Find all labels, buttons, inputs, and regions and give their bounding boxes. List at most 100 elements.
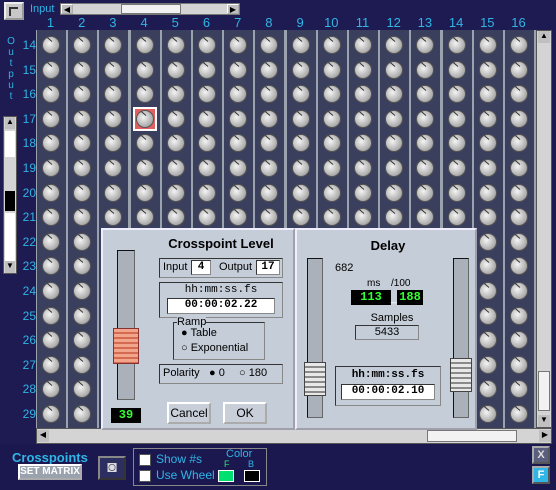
scroll-right-icon[interactable]: ▶ [539,430,551,442]
crosspoint-knob[interactable] [166,36,185,54]
crosspoint-knob[interactable] [354,36,372,54]
crosspoint-knob[interactable] [447,208,466,227]
crosspoint-knob[interactable] [198,36,216,54]
crosspoint-knob[interactable] [291,109,310,128]
crosspoint-knob[interactable] [73,109,92,128]
crosspoint-knob[interactable] [229,183,248,202]
crosspoint-knob[interactable] [322,109,341,128]
crosspoint-knob[interactable] [42,405,60,423]
crosspoint-knob[interactable] [510,355,528,374]
crosspoint-knob[interactable] [135,208,154,227]
crosspoint-knob[interactable] [385,183,404,202]
crosspoint-knob[interactable] [322,208,341,227]
crosspoint-knob[interactable] [291,36,310,54]
crosspoint-knob[interactable] [42,183,60,202]
crosspoint-knob[interactable] [478,331,497,350]
crosspoint-knob[interactable] [447,183,466,202]
crosspoint-knob[interactable] [510,109,528,128]
crosspoint-knob[interactable] [198,109,216,128]
crosspoint-knob[interactable] [510,306,528,325]
crosspoint-knob[interactable] [385,109,404,128]
crosspoint-knob[interactable] [510,159,528,177]
crosspoint-knob[interactable] [135,183,154,202]
crosspoint-knob[interactable] [260,183,279,202]
scroll-up-icon[interactable]: ▲ [5,117,15,129]
crosspoint-knob[interactable] [42,60,60,79]
crosspoint-knob[interactable] [322,85,341,104]
delay-time-field[interactable]: 00:00:02.10 [341,384,435,400]
crosspoint-knob[interactable] [354,159,372,177]
crosspoint-knob[interactable] [73,232,92,251]
set-matrix-button[interactable]: SET MATRIX [18,464,82,480]
crosspoint-knob[interactable] [198,183,216,202]
crosspoint-knob[interactable] [73,183,92,202]
ramp-table-option[interactable]: ● Table [181,327,217,339]
crossfade-time-field[interactable]: 00:00:02.22 [167,298,275,314]
right-scroll-thumb[interactable] [538,371,550,411]
crosspoint-knob[interactable] [447,36,466,54]
crosspoint-knob[interactable] [229,109,248,128]
crosspoint-knob[interactable] [510,60,528,79]
delay-fader-left-handle[interactable] [304,362,326,396]
crosspoint-knob[interactable] [354,60,372,79]
crosspoint-knob[interactable] [166,208,185,227]
crosspoint-knob[interactable] [478,109,497,128]
crosspoint-knob[interactable] [104,60,123,79]
crosspoint-knob[interactable] [291,183,310,202]
scroll-left-icon[interactable]: ◀ [61,4,73,14]
background-color-swatch[interactable] [244,470,260,482]
bottom-scroll-thumb[interactable] [427,430,517,442]
crosspoint-knob[interactable] [73,306,92,325]
crosspoint-knob[interactable] [478,183,497,202]
crosspoint-knob[interactable] [135,159,154,177]
scroll-down-icon[interactable]: ▼ [538,415,550,427]
cancel-button[interactable]: Cancel [167,402,211,424]
scroll-left-icon[interactable]: ◀ [37,430,49,442]
use-wheel-checkbox[interactable] [139,470,151,482]
crosspoint-knob[interactable] [478,159,497,177]
crosspoint-knob[interactable] [291,159,310,177]
top-scrollbar[interactable]: ◀ ▶ [60,3,240,15]
polarity-0-option[interactable]: ● 0 [209,367,225,379]
crosspoint-knob[interactable] [73,355,92,374]
crosspoint-knob[interactable] [291,208,310,227]
crosspoint-knob[interactable] [135,109,154,128]
crosspoint-knob[interactable] [291,85,310,104]
crosspoint-knob[interactable] [135,60,154,79]
crosspoint-knob[interactable] [478,36,497,54]
scroll-down-icon[interactable]: ▼ [5,261,15,273]
crosspoint-knob[interactable] [42,109,60,128]
crosspoint-knob[interactable] [478,60,497,79]
foreground-color-swatch[interactable] [218,470,234,482]
crosspoint-knob[interactable] [447,159,466,177]
crosspoint-knob[interactable] [166,183,185,202]
camera-icon[interactable]: ◙ [98,456,126,480]
crosspoint-knob[interactable] [104,183,123,202]
crosspoint-knob[interactable] [42,355,60,374]
crosspoint-knob[interactable] [42,306,60,325]
crosspoint-knob[interactable] [198,159,216,177]
crosspoint-knob[interactable] [385,60,404,79]
crosspoint-knob[interactable] [198,60,216,79]
crosspoint-knob[interactable] [447,60,466,79]
crosspoint-knob[interactable] [166,159,185,177]
crosspoint-knob[interactable] [416,60,435,79]
ok-button[interactable]: OK [223,402,267,424]
crosspoint-knob[interactable] [135,134,154,153]
scroll-up-icon[interactable]: ▲ [538,31,550,43]
crosspoint-knob[interactable] [135,85,154,104]
polarity-180-option[interactable]: ○ 180 [239,367,267,379]
crosspoint-knob[interactable] [73,60,92,79]
crosspoint-knob[interactable] [322,60,341,79]
delay-ms-display[interactable]: 113 [351,290,391,305]
crosspoint-knob[interactable] [166,85,185,104]
crosspoint-knob[interactable] [135,36,154,54]
crosspoint-knob[interactable] [510,183,528,202]
ramp-exponential-option[interactable]: ○ Exponential [181,342,248,354]
float-button[interactable]: F [532,466,550,484]
crosspoint-knob[interactable] [42,159,60,177]
crosspoint-knob[interactable] [478,282,497,300]
crosspoint-knob[interactable] [166,109,185,128]
crosspoint-knob[interactable] [229,60,248,79]
crosspoint-knob[interactable] [416,183,435,202]
